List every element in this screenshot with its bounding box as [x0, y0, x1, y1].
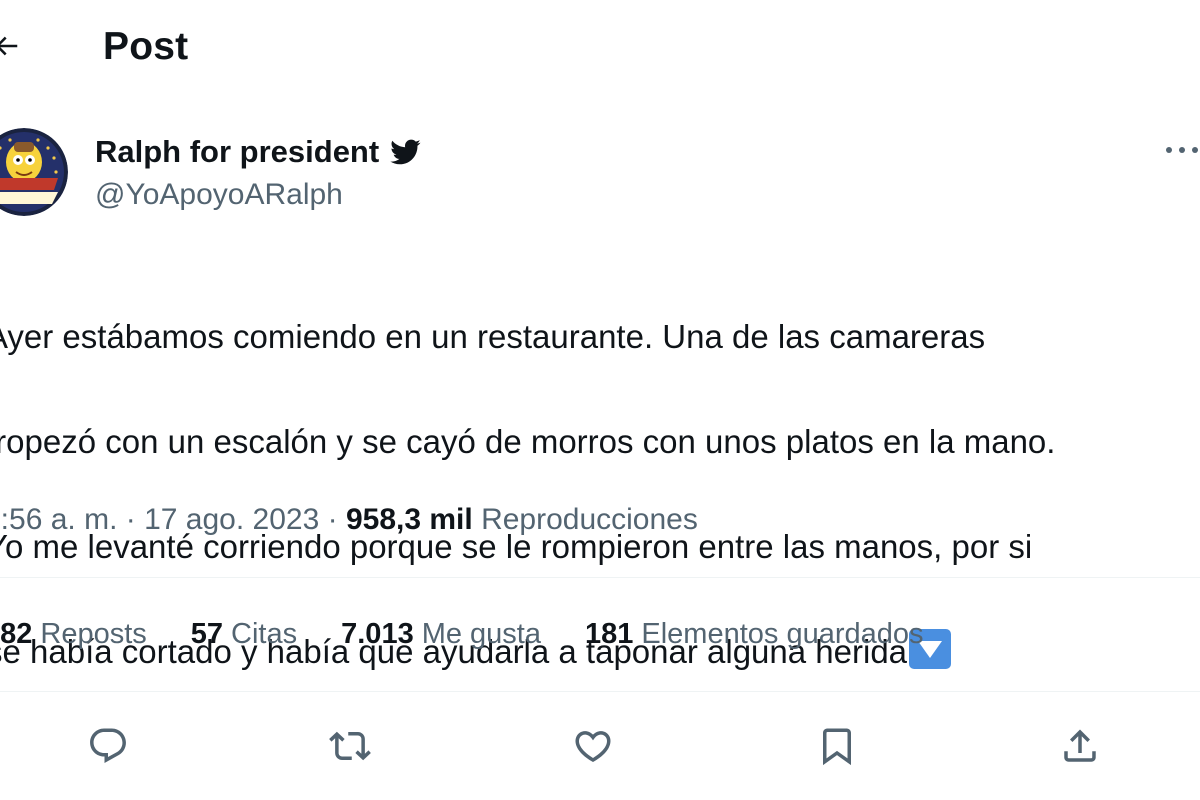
- author-handle[interactable]: @YoApoyoARalph: [95, 175, 343, 215]
- stat-count: 57: [190, 618, 224, 650]
- stat-label: Me gusta: [421, 618, 541, 650]
- stat-reposts[interactable]: 682Reposts: [0, 614, 147, 654]
- views-label: Reproducciones: [481, 503, 698, 536]
- stat-bookmarks[interactable]: 181 Elementos guardados: [585, 614, 924, 654]
- divider: [0, 691, 1200, 692]
- author-name[interactable]: Ralph for president: [95, 132, 379, 172]
- back-button[interactable]: [0, 26, 26, 66]
- tweet-text: Ayer estábamos comiendo en un restaurant…: [0, 258, 1200, 731]
- divider: [0, 577, 1200, 578]
- like-icon: [572, 725, 614, 767]
- engagement-stats: 682Reposts 57Citas 7.013Me gusta 181Elem…: [0, 614, 968, 654]
- stat-count: 181: [585, 618, 634, 650]
- meta-separator: ·: [327, 503, 338, 536]
- repost-button[interactable]: [326, 722, 374, 770]
- tweet-line: Ayer estábamos comiendo en un restaurant…: [0, 317, 986, 355]
- tweet-meta: 9:56 a. m. · 17 ago. 2023 · 958,3 mil Re…: [0, 500, 698, 540]
- avatar[interactable]: [0, 128, 68, 216]
- date-link[interactable]: 17 ago. 2023: [144, 503, 319, 536]
- repost-icon: [329, 725, 371, 767]
- more-icon: [1163, 145, 1200, 155]
- views-count: 958,3 mil: [345, 503, 473, 536]
- share-icon: [1059, 725, 1101, 767]
- bookmark-icon: [816, 725, 858, 767]
- share-button[interactable]: [1056, 722, 1104, 770]
- bookmark-button[interactable]: [813, 722, 861, 770]
- stat-label: Reposts: [40, 618, 147, 650]
- stat-quotes[interactable]: 57 Citas: [191, 614, 297, 654]
- reply-button[interactable]: [84, 722, 132, 770]
- stat-likes[interactable]: 7.013 Me gusta: [341, 614, 541, 654]
- post-page: Post Ralph for president @YoApoyoARalph …: [0, 0, 1200, 800]
- stat-label: Citas: [231, 618, 298, 650]
- stat-count: 7.013: [341, 618, 414, 650]
- meta-separator: ·: [125, 503, 136, 536]
- header: Post: [0, 0, 1200, 96]
- stat-label: Elementos guardados: [641, 618, 924, 650]
- author-row: Ralph for president: [95, 130, 421, 174]
- arrow-left-icon: [0, 31, 21, 61]
- like-button[interactable]: [569, 722, 617, 770]
- page-title: Post: [103, 25, 189, 68]
- bird-icon: [389, 136, 421, 168]
- stat-count: 682: [0, 618, 33, 650]
- more-options-button[interactable]: [1163, 132, 1200, 168]
- tweet-line: tropezó con un escalón y se cayó de morr…: [0, 422, 1056, 460]
- timestamp-link[interactable]: 9:56 a. m.: [0, 503, 117, 536]
- reply-icon: [87, 725, 129, 767]
